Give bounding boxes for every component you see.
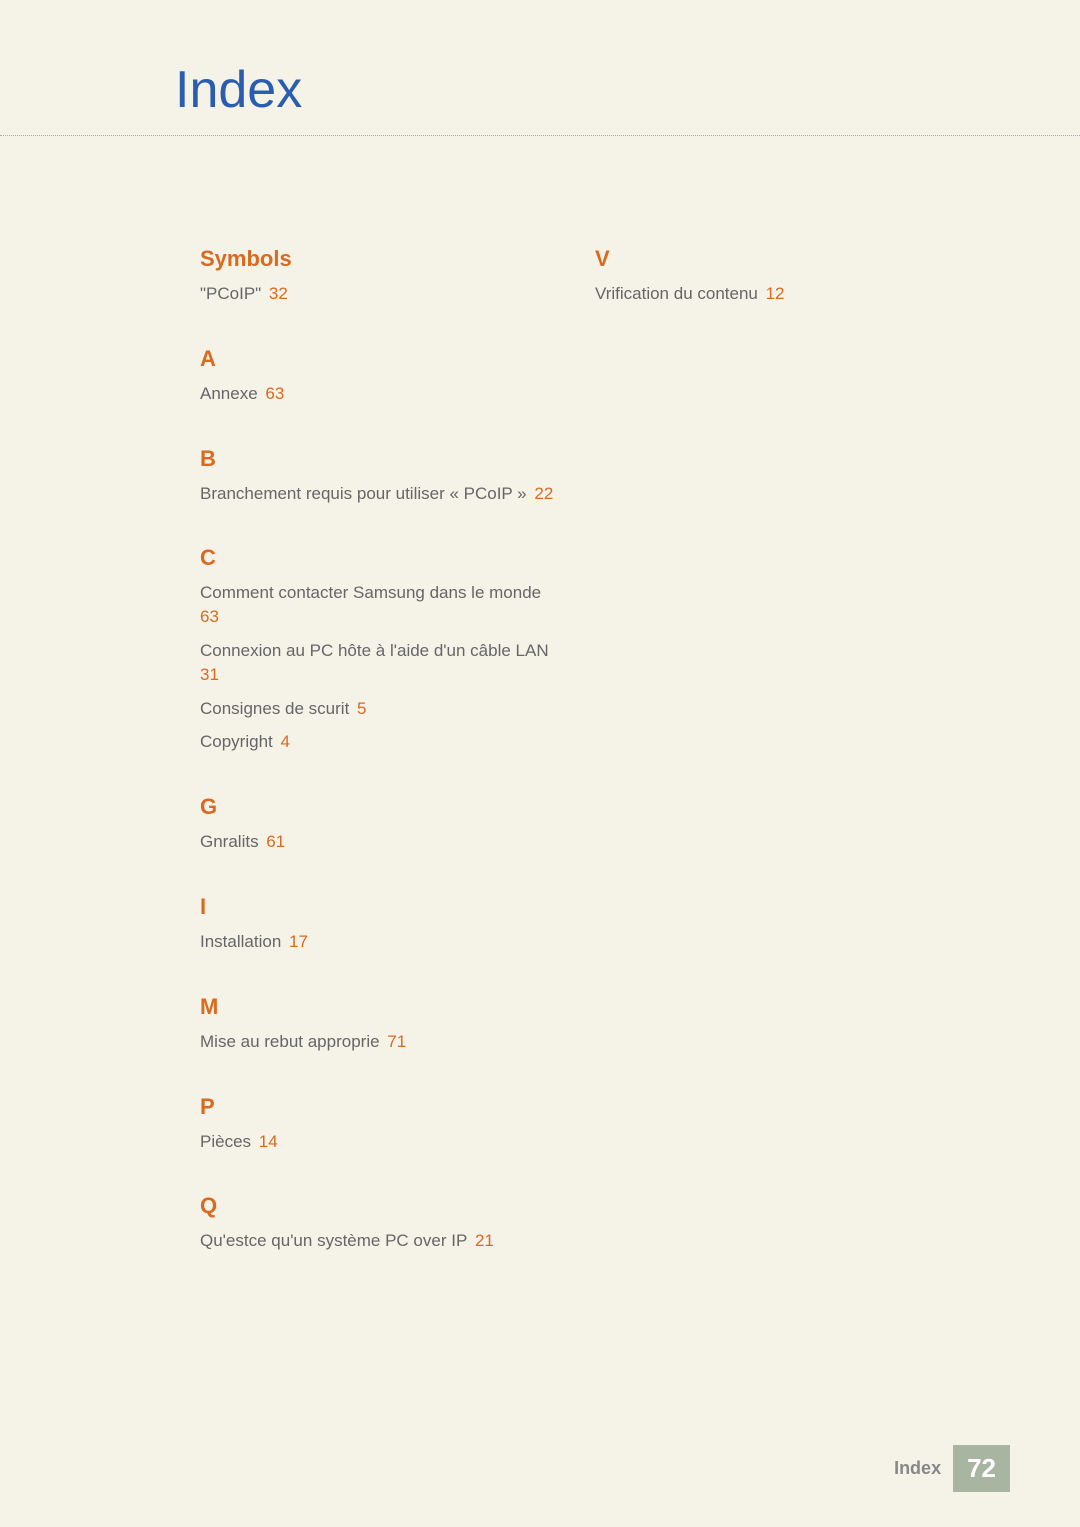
entry-page-link[interactable]: 61 — [262, 832, 286, 851]
entry-page-link[interactable]: 63 — [200, 607, 219, 626]
index-entry: Annexe 63 — [200, 382, 565, 406]
index-entry: Consignes de scurit 5 — [200, 697, 565, 721]
index-section: G Gnralits 61 — [200, 794, 565, 854]
section-heading: G — [200, 794, 565, 820]
index-entry: Pièces 14 — [200, 1130, 565, 1154]
section-heading: C — [200, 545, 565, 571]
index-section: I Installation 17 — [200, 894, 565, 954]
entry-page-link[interactable]: 4 — [276, 732, 290, 751]
index-entry: "PCoIP" 32 — [200, 282, 565, 306]
footer: Index 72 — [894, 1445, 1010, 1492]
entry-page-link[interactable]: 32 — [264, 284, 288, 303]
entry-page-link[interactable]: 63 — [261, 384, 285, 403]
index-entry: Gnralits 61 — [200, 830, 565, 854]
index-section: Symbols "PCoIP" 32 — [200, 246, 565, 306]
entry-text: Annexe — [200, 384, 258, 403]
section-heading: B — [200, 446, 565, 472]
entry-text: Vrification du contenu — [595, 284, 758, 303]
index-content: Symbols "PCoIP" 32 A Annexe 63 B Branchement … — [0, 136, 1080, 1293]
entry-page-link[interactable]: 12 — [761, 284, 785, 303]
entry-text: Pièces — [200, 1132, 251, 1151]
index-section: Q Qu'estce qu'un système PC over IP 21 — [200, 1193, 565, 1253]
entry-page-link[interactable]: 17 — [284, 932, 308, 951]
section-heading: Q — [200, 1193, 565, 1219]
entry-page-link[interactable]: 14 — [254, 1132, 278, 1151]
left-column: Symbols "PCoIP" 32 A Annexe 63 B Branchement … — [200, 246, 565, 1293]
entry-page-link[interactable]: 22 — [530, 484, 554, 503]
entry-page-link[interactable]: 31 — [200, 665, 219, 684]
section-heading: M — [200, 994, 565, 1020]
index-entry: Qu'estce qu'un système PC over IP 21 — [200, 1229, 565, 1253]
entry-text: "PCoIP" — [200, 284, 261, 303]
entry-text: Mise au rebut approprie — [200, 1032, 380, 1051]
section-heading: I — [200, 894, 565, 920]
entry-text: Consignes de scurit — [200, 699, 349, 718]
index-section: A Annexe 63 — [200, 346, 565, 406]
section-heading: V — [595, 246, 960, 272]
entry-text: Copyright — [200, 732, 273, 751]
entry-text: Connexion au PC hôte à l'aide d'un câble… — [200, 641, 549, 660]
index-section: P Pièces 14 — [200, 1094, 565, 1154]
entry-page-link[interactable]: 71 — [383, 1032, 407, 1051]
entry-text: Qu'estce qu'un système PC over IP — [200, 1231, 467, 1250]
index-section: V Vrification du contenu 12 — [595, 246, 960, 306]
entry-page-link[interactable]: 21 — [470, 1231, 494, 1250]
footer-label: Index — [894, 1458, 941, 1479]
entry-text: Comment contacter Samsung dans le monde — [200, 583, 541, 602]
index-section: C Comment contacter Samsung dans le monde… — [200, 545, 565, 754]
section-heading: A — [200, 346, 565, 372]
index-entry: Installation 17 — [200, 930, 565, 954]
entry-text: Installation — [200, 932, 281, 951]
entry-page-link[interactable]: 5 — [352, 699, 366, 718]
right-column: V Vrification du contenu 12 — [595, 246, 960, 1293]
footer-page-number: 72 — [953, 1445, 1010, 1492]
page-title: Index — [0, 0, 1080, 136]
index-entry: Vrification du contenu 12 — [595, 282, 960, 306]
index-entry: Mise au rebut approprie 71 — [200, 1030, 565, 1054]
index-section: B Branchement requis pour utiliser « PCoI… — [200, 446, 565, 506]
section-heading: P — [200, 1094, 565, 1120]
index-section: M Mise au rebut approprie 71 — [200, 994, 565, 1054]
entry-text: Branchement requis pour utiliser « PCoIP… — [200, 484, 527, 503]
section-heading: Symbols — [200, 246, 565, 272]
index-entry: Connexion au PC hôte à l'aide d'un câble… — [200, 639, 565, 687]
entry-text: Gnralits — [200, 832, 259, 851]
index-entry: Comment contacter Samsung dans le monde … — [200, 581, 565, 629]
index-entry: Branchement requis pour utiliser « PCoIP… — [200, 482, 565, 506]
index-entry: Copyright 4 — [200, 730, 565, 754]
